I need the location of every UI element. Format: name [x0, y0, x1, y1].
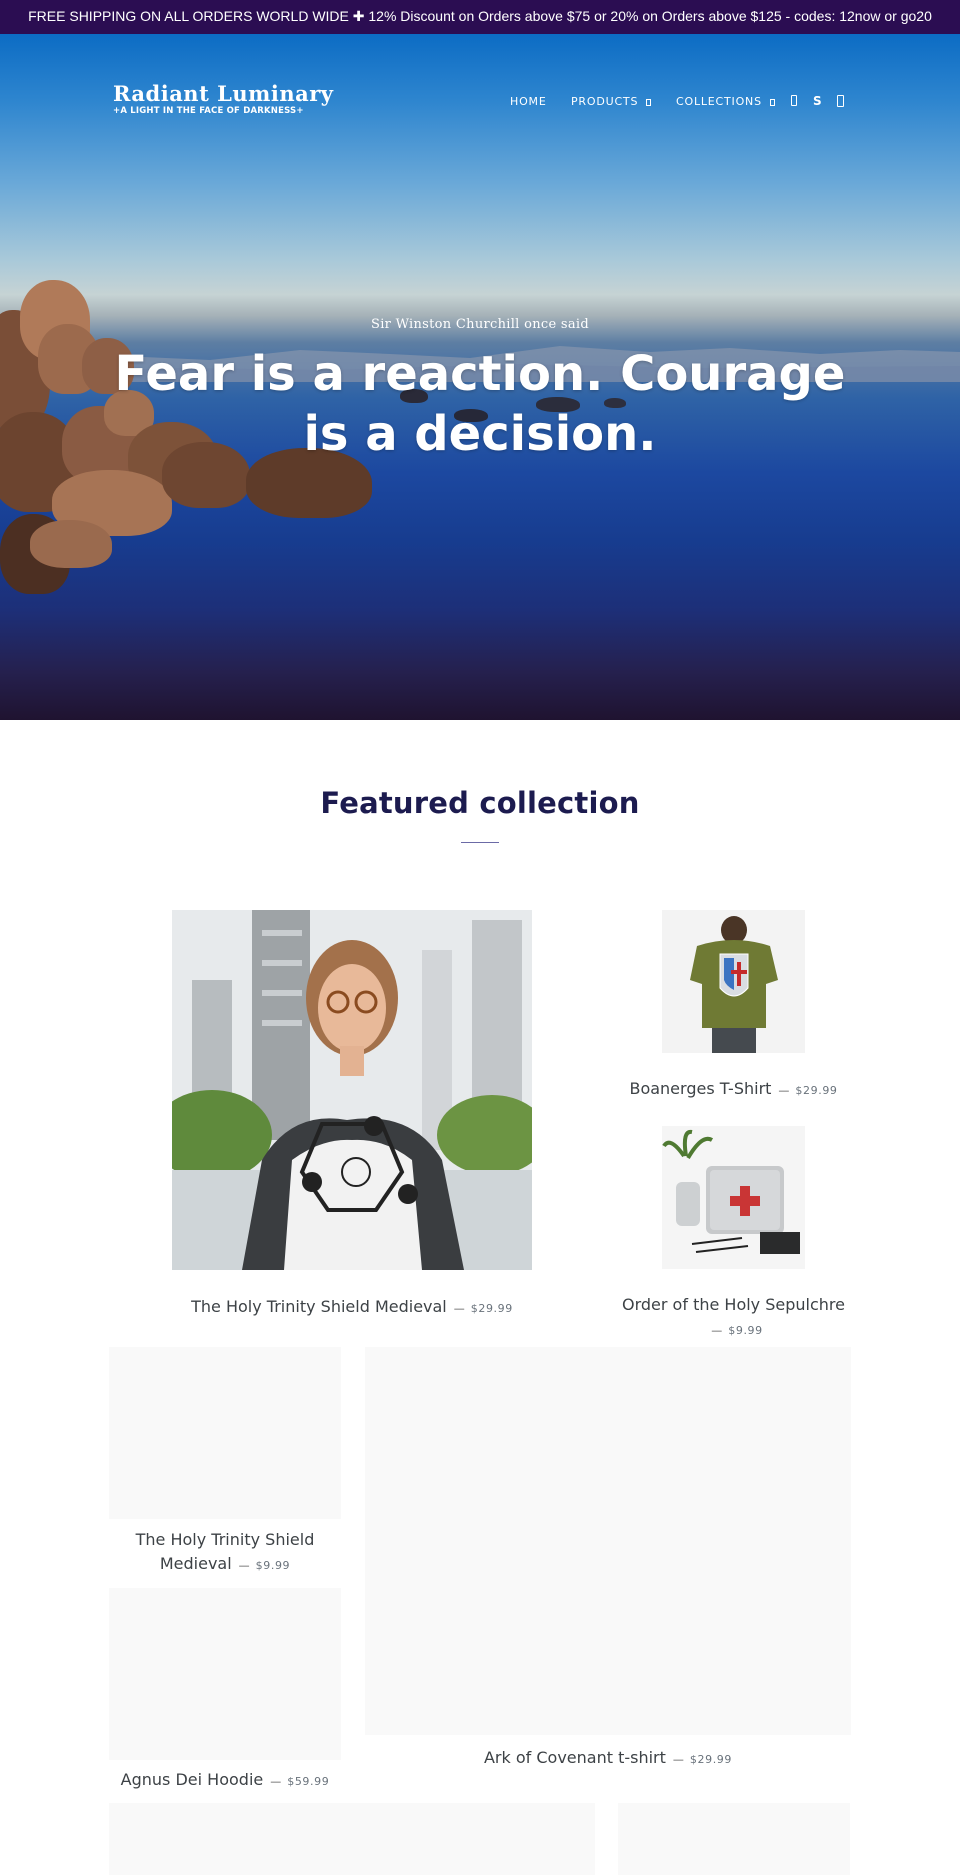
account-icon[interactable]: S: [813, 95, 822, 107]
product-price: $29.99: [689, 1753, 732, 1766]
price-separator: —: [672, 1753, 684, 1766]
announcement-text: FREE SHIPPING ON ALL ORDERS WORLD WIDE ✚…: [28, 8, 932, 24]
hero-subheading: Sir Winston Churchill once said: [371, 317, 589, 332]
product-image-placeholder[interactable]: [618, 1803, 850, 1875]
product-image[interactable]: [662, 910, 805, 1053]
product-image-placeholder[interactable]: [109, 1588, 341, 1760]
price-separator: —: [238, 1559, 250, 1572]
product-photo: [662, 910, 805, 1053]
price-separator: —: [453, 1302, 465, 1315]
product-card-title[interactable]: Boanerges T-Shirt — $29.99: [612, 1077, 855, 1103]
nav-item-home[interactable]: HOME: [510, 95, 547, 108]
product-image[interactable]: [172, 910, 532, 1270]
product-price: $29.99: [795, 1084, 838, 1097]
product-photo: [172, 910, 532, 1270]
cart-icon[interactable]: [837, 95, 844, 107]
price-separator: —: [270, 1775, 282, 1788]
product-name: Boanerges T-Shirt: [629, 1079, 772, 1098]
product-card-title[interactable]: The Holy Trinity Shield Medieval — $29.99: [172, 1295, 532, 1321]
product-price: $29.99: [470, 1302, 513, 1315]
product-card-title[interactable]: Order of the Holy Sepulchre — $9.99: [612, 1293, 855, 1343]
price-separator: —: [711, 1324, 723, 1337]
hero-heading: Fear is a reaction. Courage is a decisio…: [114, 346, 846, 462]
nav-item-label: COLLECTIONS: [676, 95, 762, 108]
nav-item-label: PRODUCTS: [571, 95, 639, 108]
product-price: $9.99: [728, 1324, 763, 1337]
product-image-placeholder[interactable]: [109, 1803, 595, 1875]
product-name: Order of the Holy Sepulchre: [622, 1295, 845, 1314]
nav-item-collections[interactable]: COLLECTIONS: [676, 95, 775, 108]
search-icon[interactable]: [791, 95, 797, 106]
nav-item-label: HOME: [510, 95, 547, 108]
product-photo: [662, 1126, 805, 1269]
chevron-down-icon: [769, 98, 775, 106]
hero-slideshow: Radiant Luminary +A LIGHT IN THE FACE OF…: [0, 34, 960, 720]
announcement-bar: FREE SHIPPING ON ALL ORDERS WORLD WIDE ✚…: [0, 0, 960, 34]
logo-name: Radiant Luminary: [113, 81, 334, 106]
section-title: Featured collection: [320, 786, 640, 820]
section-divider: [461, 842, 499, 843]
product-price: $9.99: [255, 1559, 291, 1572]
product-card-title[interactable]: Agnus Dei Hoodie — $59.99: [109, 1768, 341, 1794]
product-name: Ark of Covenant t-shirt: [483, 1748, 666, 1767]
product-image-placeholder[interactable]: [109, 1347, 341, 1519]
product-card-title[interactable]: The Holy Trinity Shield Medieval — $9.99: [109, 1528, 341, 1578]
product-name: Agnus Dei Hoodie: [120, 1770, 264, 1789]
product-price: $59.99: [287, 1775, 330, 1788]
product-image[interactable]: [662, 1126, 805, 1269]
nav-item-products[interactable]: PRODUCTS: [571, 95, 652, 108]
product-name: The Holy Trinity Shield Medieval: [191, 1297, 447, 1316]
chevron-down-icon: [646, 98, 652, 106]
product-card-title[interactable]: Ark of Covenant t-shirt — $29.99: [365, 1746, 851, 1772]
price-separator: —: [778, 1084, 790, 1097]
store-logo[interactable]: Radiant Luminary +A LIGHT IN THE FACE OF…: [113, 81, 334, 117]
product-image-placeholder[interactable]: [365, 1347, 851, 1735]
logo-tagline: +A LIGHT IN THE FACE OF DARKNESS+: [113, 106, 304, 116]
